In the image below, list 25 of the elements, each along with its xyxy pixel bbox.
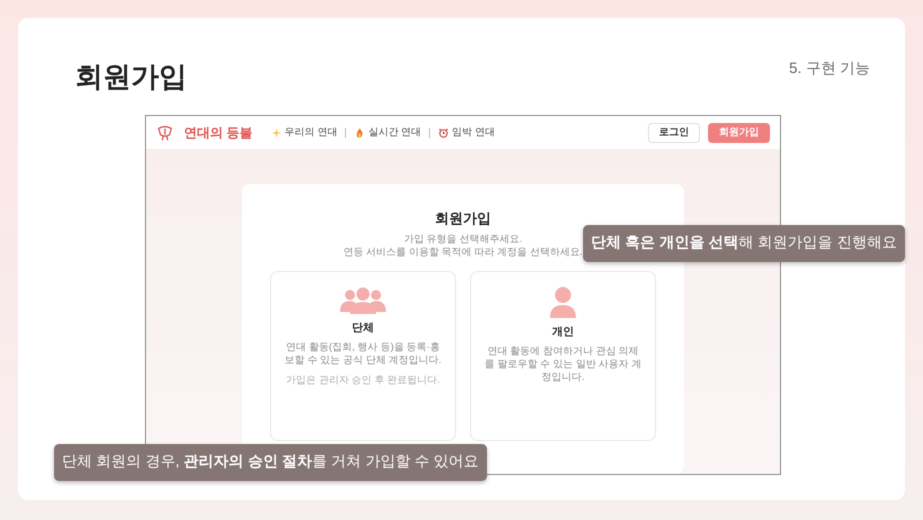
- nav-link[interactable]: 우리의 연대: [270, 125, 338, 140]
- approval-note: 가입은 관리자 승인 후 완료됩니다.: [285, 374, 441, 388]
- brand-name: 연대의 등불: [184, 124, 253, 142]
- flame-icon: [354, 126, 366, 138]
- option-title: 개인: [551, 324, 575, 340]
- callout: 단체 회원의 경우, 관리자의 승인 절차를 거쳐 가입할 수 있어요: [54, 444, 487, 480]
- person-icon: [549, 286, 577, 318]
- nav-link[interactable]: 임박 연대: [438, 125, 495, 140]
- section-label: 5. 구현 기능: [789, 59, 870, 79]
- option-description: 연대 활동에 참여하거나 관심 의제를 팔로우할 수 있는 일반 사용자 계정입니다.: [484, 345, 642, 384]
- intro-text: 연등 서비스를 이용할 목적에 따라 계정을 선택하세요.: [343, 246, 583, 259]
- group-icon: [338, 286, 388, 314]
- logo-icon: [156, 124, 174, 142]
- option-description: 연대 활동(집회, 행사 등)을 등록·홍보할 수 있는 공식 단체 계정입니다.: [284, 341, 442, 368]
- option-card[interactable]: 개인 연대 활동에 참여하거나 관심 의제를 팔로우할 수 있는 일반 사용자 계정입니다.: [470, 270, 656, 441]
- option-title: 단체: [351, 320, 375, 336]
- sparkle-icon: [270, 126, 282, 138]
- option-card[interactable]: 단체 연대 활동(집회, 행사 등)을 등록·홍보할 수 있는 공식 단체 계정입니다. 가입은 관리자 승인 후 완료됩니다.: [270, 270, 456, 441]
- signup-title: 회원가입: [434, 210, 492, 227]
- nav-link[interactable]: 실시간 연대: [354, 125, 422, 140]
- callout: 단체 혹은 개인을 선택해 회원가입을 진행해요: [583, 225, 905, 262]
- alarm-clock-icon: [438, 126, 450, 138]
- slide-title: 회원가입: [75, 60, 187, 94]
- intro-text: 가입 유형을 선택해주세요.: [404, 232, 522, 246]
- login-button[interactable]: 로그인: [648, 122, 700, 142]
